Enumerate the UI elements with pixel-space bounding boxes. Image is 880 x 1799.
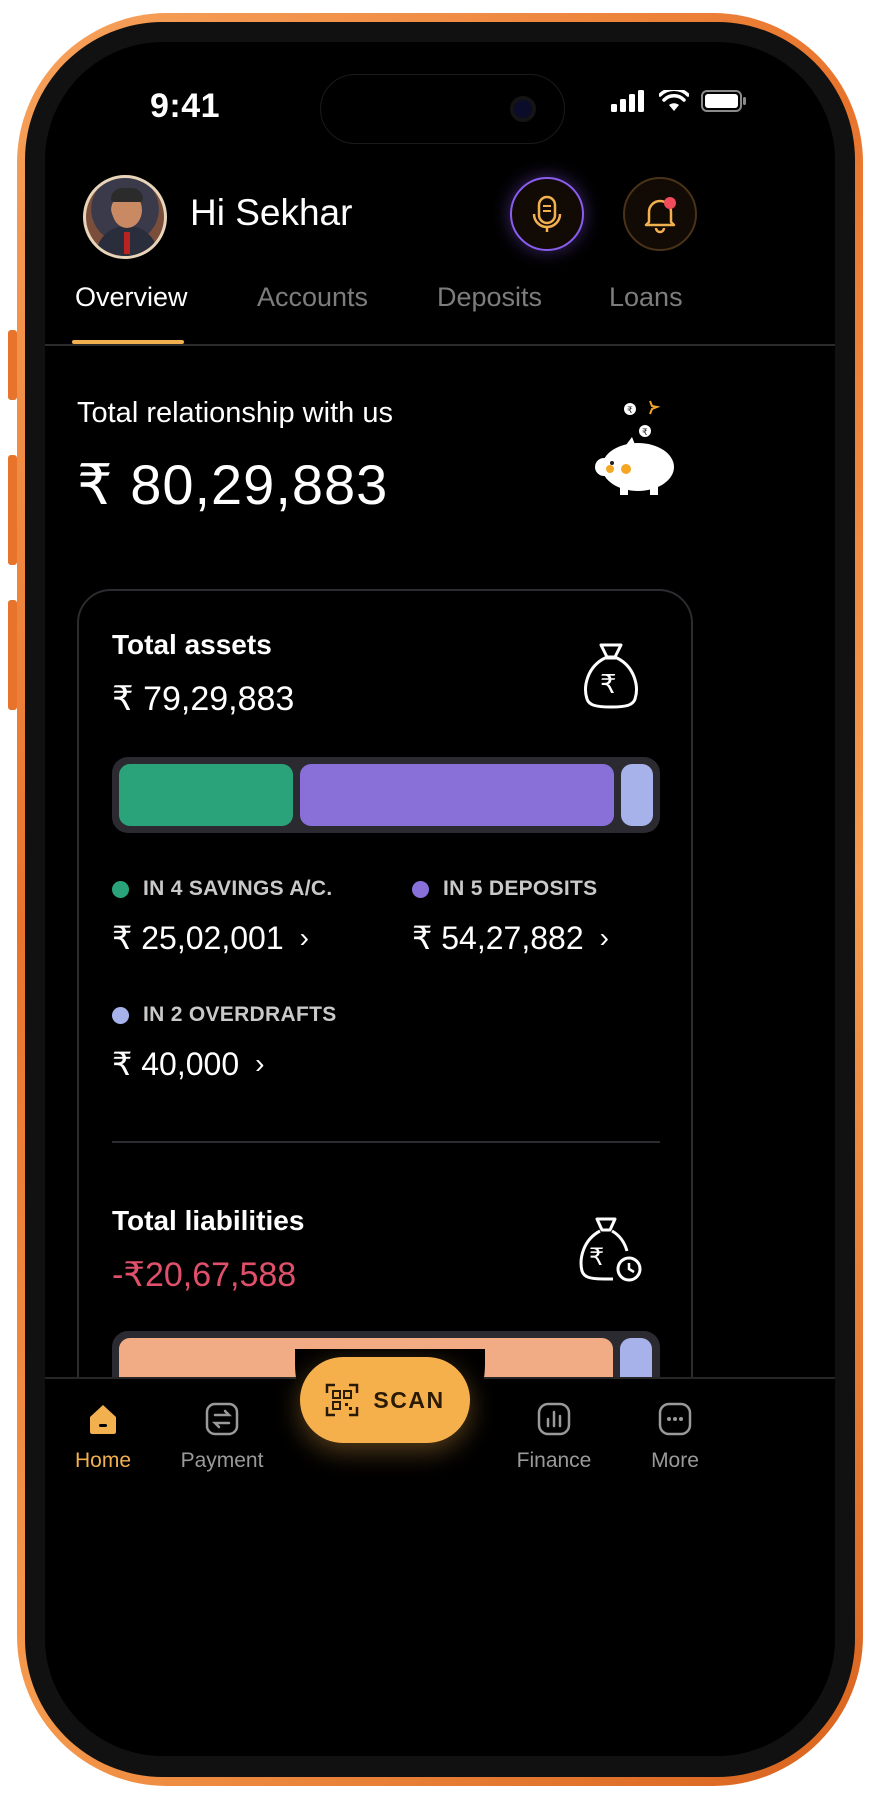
home-icon bbox=[90, 1405, 116, 1434]
chevron-right-icon: › bbox=[599, 922, 609, 953]
svg-text:₹: ₹ bbox=[589, 1243, 604, 1271]
tab-deposits[interactable]: Deposits bbox=[437, 282, 542, 313]
tab-accounts[interactable]: Accounts bbox=[257, 282, 368, 313]
overdrafts-label: IN 2 OVERDRAFTS bbox=[143, 1003, 337, 1026]
tab-loans[interactable]: Loans bbox=[609, 282, 683, 313]
tab-overview[interactable]: Overview bbox=[75, 282, 188, 313]
qr-scan-icon bbox=[326, 1383, 359, 1417]
overdrafts-summary[interactable]: IN 2 OVERDRAFTS ₹ 40,000 › bbox=[112, 1003, 337, 1083]
status-icons bbox=[611, 90, 747, 112]
svg-text:₹: ₹ bbox=[627, 406, 633, 416]
active-tab-indicator bbox=[72, 340, 184, 344]
tab-bar: Overview Accounts Deposits Loans bbox=[45, 274, 835, 346]
overdrafts-value: ₹ 40,000 bbox=[112, 1046, 240, 1082]
deposits-summary[interactable]: IN 5 DEPOSITS ₹ 54,27,882 › bbox=[412, 877, 609, 957]
card-divider bbox=[112, 1141, 660, 1143]
microphone-icon bbox=[532, 195, 562, 232]
savings-legend-dot bbox=[112, 880, 129, 898]
avatar[interactable] bbox=[83, 175, 167, 259]
total-assets-value: ₹ 79,29,883 bbox=[112, 680, 295, 718]
deposits-label: IN 5 DEPOSITS bbox=[443, 877, 598, 900]
payment-icon bbox=[205, 1402, 239, 1436]
relationship-label: Total relationship with us bbox=[77, 397, 393, 429]
more-icon bbox=[658, 1402, 692, 1436]
greeting-text: Hi Sekhar bbox=[190, 192, 353, 233]
signal-icon bbox=[611, 90, 644, 112]
chevron-right-icon: › bbox=[255, 1048, 265, 1079]
overdrafts-legend-dot bbox=[112, 1006, 129, 1024]
loan-bag-icon: ₹ bbox=[579, 1217, 642, 1282]
overdrafts-segment bbox=[621, 764, 653, 826]
relationship-value: ₹ 80,29,883 bbox=[77, 453, 389, 516]
scan-label: SCAN bbox=[373, 1386, 445, 1413]
nav-home-label: Home bbox=[74, 1449, 132, 1472]
battery-icon bbox=[701, 90, 746, 112]
nav-finance-label: Finance bbox=[516, 1449, 592, 1472]
nav-payment-label: Payment bbox=[180, 1449, 264, 1472]
bottom-navigation: Home Payment SCAN Finance More bbox=[45, 1349, 835, 1756]
total-liabilities-title: Total liabilities bbox=[112, 1205, 305, 1236]
savings-segment bbox=[119, 764, 293, 826]
wifi-icon bbox=[659, 90, 689, 111]
nav-more-label: More bbox=[651, 1449, 699, 1472]
front-camera bbox=[510, 96, 536, 122]
total-assets-title: Total assets bbox=[112, 629, 272, 660]
nav-home[interactable]: Home bbox=[48, 1401, 158, 1473]
piggy-bank-illustration: ₹ ₹ bbox=[595, 400, 674, 495]
assets-bar bbox=[112, 757, 660, 833]
finance-icon bbox=[537, 1402, 571, 1436]
status-time: 9:41 bbox=[150, 87, 221, 125]
volume-up-button bbox=[8, 455, 17, 565]
savings-summary[interactable]: IN 4 SAVINGS A/C. ₹ 25,02,001 › bbox=[112, 877, 332, 957]
volume-down-button bbox=[8, 600, 17, 710]
total-liabilities-value: -₹20,67,588 bbox=[112, 1256, 297, 1294]
voice-assistant-button[interactable] bbox=[510, 177, 584, 251]
savings-label: IN 4 SAVINGS A/C. bbox=[143, 877, 333, 900]
deposits-value: ₹ 54,27,882 bbox=[412, 920, 584, 956]
deposits-segment bbox=[300, 764, 614, 826]
money-bag-icon: ₹ bbox=[584, 643, 638, 709]
scan-button[interactable]: SCAN bbox=[300, 1357, 470, 1443]
svg-text:₹: ₹ bbox=[642, 428, 648, 438]
nav-finance[interactable]: Finance bbox=[499, 1401, 609, 1473]
app-screen: 9:41 Hi Sekhar Overview Accounts Deposit… bbox=[45, 42, 835, 1756]
bell-icon bbox=[644, 197, 676, 234]
deposits-legend-dot bbox=[412, 880, 429, 898]
nav-payment[interactable]: Payment bbox=[167, 1401, 277, 1473]
nav-more[interactable]: More bbox=[620, 1401, 730, 1473]
notifications-button[interactable] bbox=[623, 177, 697, 251]
savings-value: ₹ 25,02,001 bbox=[112, 920, 284, 956]
chevron-right-icon: › bbox=[299, 922, 309, 953]
action-button bbox=[8, 330, 17, 400]
svg-text:₹: ₹ bbox=[600, 670, 617, 700]
